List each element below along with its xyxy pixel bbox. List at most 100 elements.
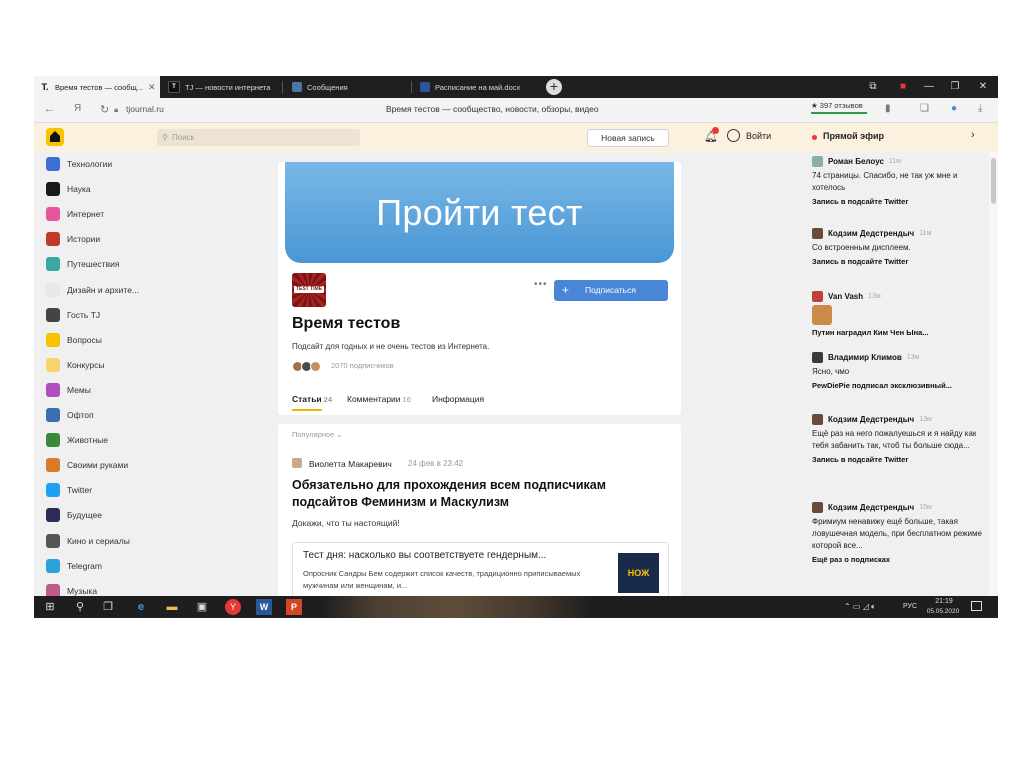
- feed-comment-text[interactable]: Со встроенным дисплеем.: [812, 242, 982, 254]
- word-icon[interactable]: W: [256, 599, 272, 615]
- yandex-icon[interactable]: Я: [74, 103, 81, 114]
- yandex-browser-icon[interactable]: Y: [225, 599, 241, 615]
- feed-author[interactable]: Van Vash: [828, 292, 863, 301]
- live-feed-title[interactable]: Прямой эфир: [823, 131, 884, 141]
- avatar[interactable]: [812, 352, 823, 363]
- feed-item[interactable]: Кодзим Дедстрендыч 11м Со встроенным диспл…: [812, 228, 982, 266]
- community-avatar[interactable]: TEST TIME: [292, 273, 326, 307]
- feed-item[interactable]: Кодзим Дедстрендыч 13м Ещё раз на него пож…: [812, 414, 982, 464]
- subscribers-count[interactable]: 2070 подписчиков: [331, 361, 394, 370]
- sidebar-item[interactable]: Telegram: [46, 558, 102, 574]
- sort-dropdown[interactable]: Популярное ⌄: [292, 430, 343, 439]
- sidebar-item[interactable]: Путешествия: [46, 256, 119, 272]
- post-author[interactable]: Виолетта Макаревич: [309, 459, 392, 469]
- feed-image[interactable]: [812, 305, 832, 325]
- feed-author[interactable]: Кодзим Дедстрендыч: [828, 229, 914, 238]
- tab-schedule-docx[interactable]: Расписание на май.docx: [414, 76, 542, 98]
- login-button[interactable]: Войти: [746, 131, 771, 141]
- minimize-icon[interactable]: —: [916, 76, 942, 98]
- windows-start-icon[interactable]: ⊞: [42, 599, 58, 615]
- close-tab-icon[interactable]: ✕: [148, 82, 156, 93]
- new-post-button[interactable]: Новая запись: [587, 129, 669, 147]
- tab-tj-news[interactable]: T TJ — новости интернета: [162, 76, 280, 98]
- feed-author[interactable]: Кодзим Дедстрендыч: [828, 503, 914, 512]
- feed-comment-text[interactable]: Ясно, чмо: [812, 366, 982, 378]
- action-center-icon[interactable]: [971, 601, 982, 611]
- bookmark-icon[interactable]: ▮: [885, 103, 891, 114]
- search-input[interactable]: ⚲ Поиск: [157, 129, 360, 146]
- feed-item[interactable]: Роман Белоус 11м 74 страницы. Спасибо, не …: [812, 156, 982, 206]
- powerpoint-icon[interactable]: P: [286, 599, 302, 615]
- language-indicator[interactable]: РУС: [903, 603, 917, 610]
- sidebar-item[interactable]: Конкурсы: [46, 357, 104, 373]
- author-avatar[interactable]: [292, 458, 302, 468]
- avatar[interactable]: [812, 502, 823, 513]
- clock-time[interactable]: 21:19: [929, 598, 959, 605]
- reader-mode-icon[interactable]: ❏: [920, 103, 929, 114]
- post-date[interactable]: 24 фев в 23:42: [408, 459, 463, 468]
- download-icon[interactable]: ⤓: [978, 103, 982, 114]
- feed-comment-text[interactable]: 74 страницы. Спасибо, не так уж мне и хо…: [812, 170, 982, 194]
- sidebar-item[interactable]: Мемы: [46, 382, 91, 398]
- sidebar-item[interactable]: Технологии: [46, 156, 112, 172]
- tab-info[interactable]: Информация: [432, 394, 484, 404]
- user-icon[interactable]: [727, 129, 740, 142]
- subscribe-button[interactable]: + Подписаться: [554, 280, 668, 301]
- edge-icon[interactable]: e: [133, 599, 149, 615]
- tab-comments[interactable]: Комментарии 16: [347, 394, 411, 404]
- post-title[interactable]: Обязательно для прохождения всем подписч…: [292, 477, 662, 511]
- chevron-right-icon[interactable]: ›: [971, 129, 975, 141]
- feed-comment-text[interactable]: Ещё раз на него пожалуешься и я найду ка…: [812, 428, 982, 452]
- back-icon[interactable]: ←: [44, 103, 55, 115]
- file-explorer-icon[interactable]: ▬: [164, 599, 180, 615]
- scrollbar[interactable]: [989, 152, 998, 596]
- feed-item[interactable]: Владимир Климов 13м Ясно, чмо PewDiePie под…: [812, 352, 982, 390]
- maximize-icon[interactable]: ❐: [942, 76, 968, 98]
- new-tab-button[interactable]: +: [546, 79, 562, 95]
- sidebar-item[interactable]: Истории: [46, 231, 100, 247]
- sidebar-item[interactable]: Вопросы: [46, 332, 102, 348]
- feed-source-link[interactable]: Путин наградил Ким Чен Ына...: [812, 328, 982, 337]
- avatar[interactable]: [812, 414, 823, 425]
- avatar[interactable]: [812, 156, 823, 167]
- protect-icon[interactable]: ●: [951, 103, 957, 114]
- feed-source-link[interactable]: Ещё раз о подписках: [812, 555, 982, 564]
- sidebar-item[interactable]: Интернет: [46, 206, 104, 222]
- sidebar-item[interactable]: Офтоп: [46, 407, 94, 423]
- sidebar-item[interactable]: Кино и сериалы: [46, 533, 130, 549]
- avatar[interactable]: [812, 291, 823, 302]
- community-banner[interactable]: Пройти тест: [285, 162, 674, 263]
- feed-item[interactable]: Van Vash 13м Путин наградил Ким Чен Ына...: [812, 291, 982, 337]
- tab-articles[interactable]: Статьи 24: [292, 394, 332, 404]
- sidebar-item[interactable]: Будущее: [46, 507, 102, 523]
- feed-source-link[interactable]: Запись в подсайте Twitter: [812, 197, 982, 206]
- sidebar-item[interactable]: Дизайн и архите...: [46, 282, 139, 298]
- feed-item[interactable]: Кодзим Дедстрендыч 15м Фримиум ненавижу ещ…: [812, 502, 982, 564]
- sidebar-item[interactable]: Музыка: [46, 583, 97, 596]
- scrollbar-thumb[interactable]: [991, 158, 996, 204]
- store-icon[interactable]: ▣: [194, 599, 210, 615]
- reviews-badge[interactable]: ★ 397 отзывов: [811, 101, 863, 110]
- close-window-icon[interactable]: ✕: [970, 76, 996, 98]
- feed-comment-text[interactable]: Фримиум ненавижу ещё больше, такая ловуш…: [812, 516, 982, 552]
- tab-vremya-testov[interactable]: T. Время тестов — сообщ... ✕: [34, 76, 160, 98]
- tabs-overview-icon[interactable]: ⧉: [860, 76, 886, 98]
- task-view-icon[interactable]: ❐: [100, 599, 116, 615]
- feed-source-link[interactable]: PewDiePie подписал эксклюзивный...: [812, 381, 982, 390]
- feed-author[interactable]: Роман Белоус: [828, 157, 884, 166]
- sidebar-item[interactable]: Гость TJ: [46, 307, 100, 323]
- avatar[interactable]: [812, 228, 823, 239]
- url-field[interactable]: tjournal.ru: [126, 104, 164, 114]
- clock-date[interactable]: 05.05.2020: [923, 608, 963, 615]
- sidebar-item[interactable]: Своими руками: [46, 457, 128, 473]
- feed-author[interactable]: Владимир Климов: [828, 353, 902, 362]
- feed-source-link[interactable]: Запись в подсайте Twitter: [812, 455, 982, 464]
- notifications-icon[interactable]: ■: [890, 76, 916, 98]
- more-options-icon[interactable]: •••: [534, 279, 548, 290]
- tj-logo[interactable]: [46, 128, 64, 146]
- reload-icon[interactable]: ↻: [100, 103, 109, 116]
- sidebar-item[interactable]: Наука: [46, 181, 91, 197]
- feed-author[interactable]: Кодзим Дедстрендыч: [828, 415, 914, 424]
- feed-source-link[interactable]: Запись в подсайте Twitter: [812, 257, 982, 266]
- search-icon[interactable]: ⚲: [72, 599, 88, 615]
